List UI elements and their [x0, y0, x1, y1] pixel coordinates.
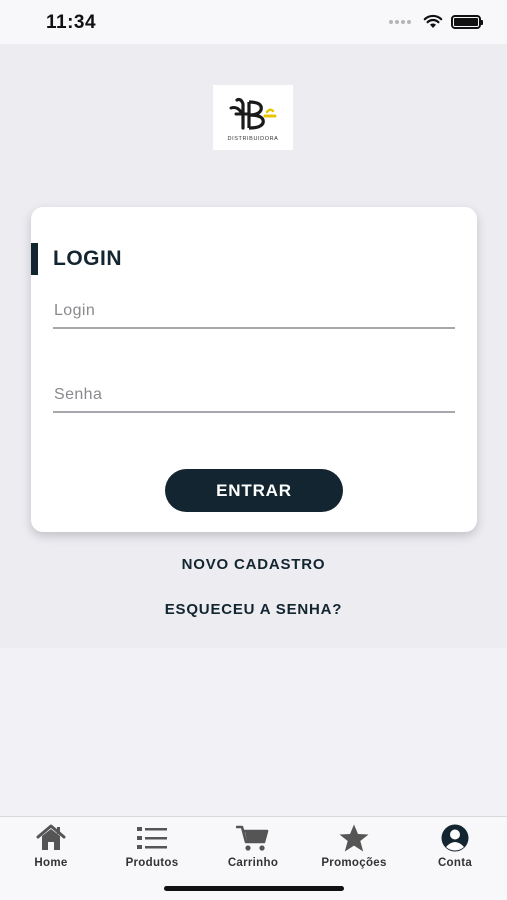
cellular-signal-icon: [389, 19, 411, 24]
tab-conta-label: Conta: [437, 857, 473, 869]
home-icon: [36, 824, 66, 850]
tab-promocoes[interactable]: Promoções: [304, 823, 404, 869]
tab-home-label: Home: [34, 857, 68, 869]
new-account-link[interactable]: NOVO CADASTRO: [0, 556, 507, 573]
status-bar: 11:34: [0, 0, 507, 44]
empty-content-area: [0, 648, 507, 816]
title-accent-bar: [31, 243, 38, 275]
battery-icon: [451, 14, 483, 29]
tab-carrinho[interactable]: Carrinho: [203, 823, 303, 869]
login-screen: 11:34 DISTRIBUIDORA LOGIN Login ENTRAR N…: [0, 0, 507, 900]
forgot-password-link[interactable]: ESQUECEU A SENHA?: [0, 601, 507, 618]
password-input[interactable]: [53, 379, 455, 411]
star-icon: [339, 824, 369, 852]
tab-promocoes-label: Promoções: [321, 857, 387, 869]
wifi-icon: [423, 14, 443, 28]
logo-mark: [229, 97, 277, 130]
login-card: LOGIN ENTRAR: [31, 207, 477, 532]
status-icons: [389, 14, 483, 29]
account-icon: [441, 824, 469, 852]
tab-carrinho-label: Carrinho: [227, 857, 279, 869]
company-logo: DISTRIBUIDORA: [213, 85, 293, 150]
login-field: [53, 295, 455, 329]
main-area: DISTRIBUIDORA LOGIN ENTRAR NOVO CADASTRO…: [0, 44, 507, 648]
cart-icon: [236, 825, 269, 851]
login-title: LOGIN: [53, 247, 122, 270]
tab-produtos-label: Produtos: [125, 857, 179, 869]
enter-button[interactable]: ENTRAR: [165, 469, 343, 512]
password-field: [53, 379, 455, 413]
tab-produtos[interactable]: Produtos: [102, 823, 202, 869]
home-indicator[interactable]: [164, 886, 344, 891]
list-icon: [137, 827, 167, 849]
login-input[interactable]: [53, 295, 455, 327]
status-time: 11:34: [46, 12, 97, 33]
logo-caption: DISTRIBUIDORA: [227, 135, 279, 142]
tab-home[interactable]: Home: [1, 823, 101, 869]
tab-conta[interactable]: Conta: [405, 823, 505, 869]
